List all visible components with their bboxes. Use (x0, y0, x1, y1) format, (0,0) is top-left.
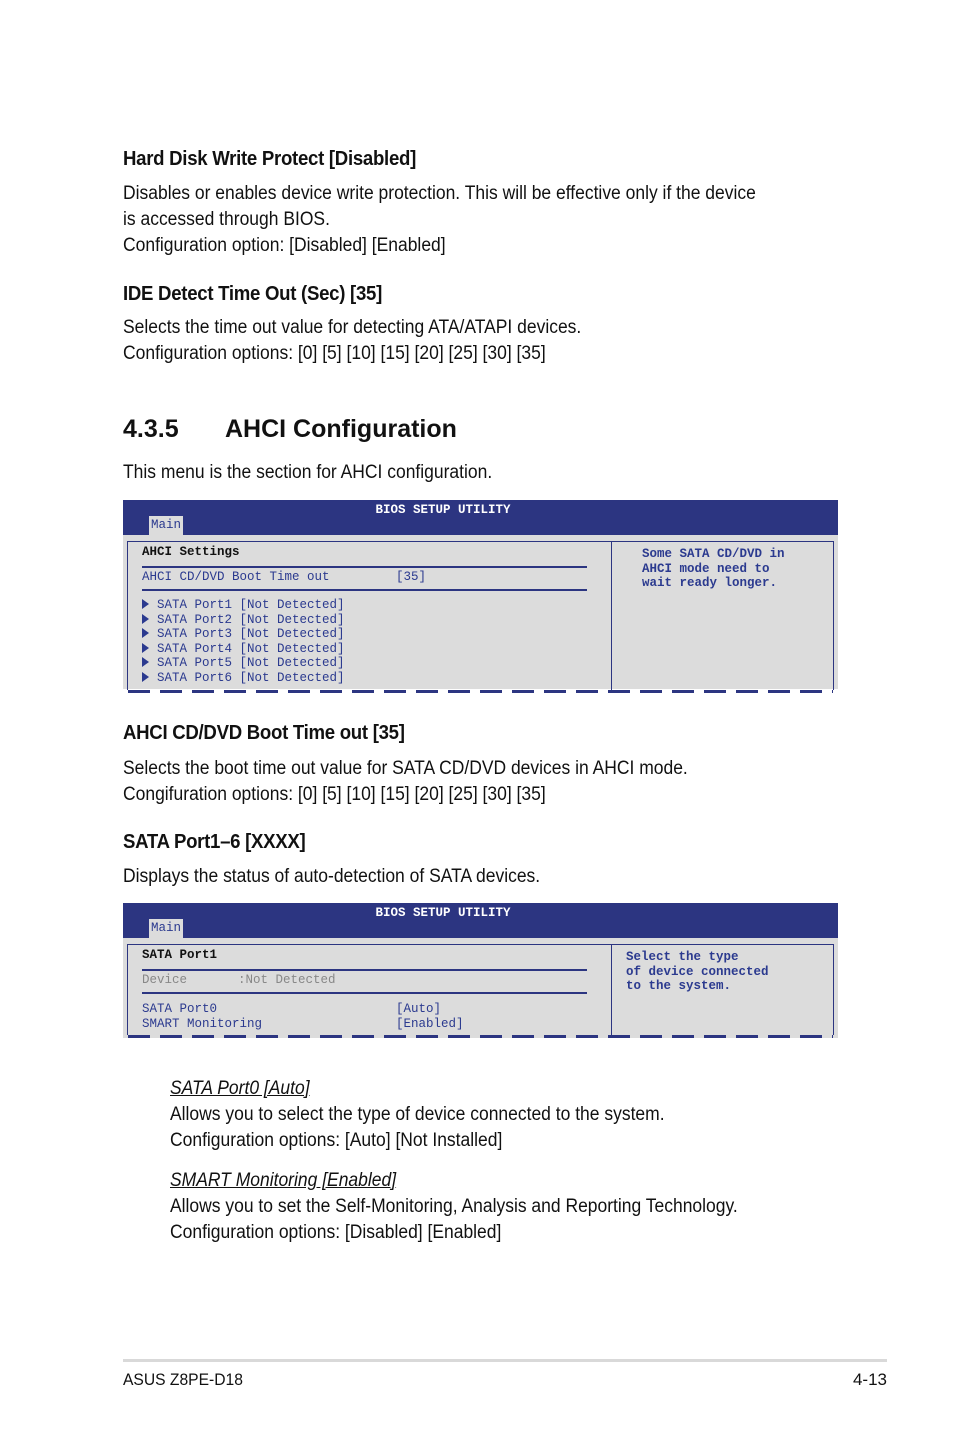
bios-settings-pane: SATA Port1 Device :Not Detected SATA Port… (128, 945, 612, 1035)
config-options-line: Configuration options: [Disabled] [Enabl… (170, 1222, 502, 1243)
hdd-write-protect-description: Disables or enables device write protect… (123, 181, 756, 259)
item-label: SMART Monitoring (142, 1016, 263, 1031)
port-label: SATA Port2 (157, 612, 233, 627)
port-status: [Not Detected] (239, 612, 345, 627)
port-label: SATA Port5 (157, 656, 233, 670)
bios-screen-sata-port1: BIOS SETUP UTILITY Main SATA Port1 Devic… (123, 903, 838, 1038)
item-value: [Auto] (396, 1002, 442, 1016)
sata-port-item[interactable]: SATA Port1 [Not Detected] (142, 598, 345, 613)
item-value: [Enabled] (396, 1016, 464, 1031)
ide-detect-heading: IDE Detect Time Out (Sec) [35] (123, 283, 382, 305)
footer-product: ASUS Z8PE-D18 (123, 1370, 243, 1389)
item-label: SATA Port0 (142, 1002, 218, 1016)
help-line: Some SATA CD/DVD in (642, 547, 785, 561)
config-options-line: Congifuration options: [0] [5] [10] [15]… (123, 784, 546, 805)
bios-title-bar: BIOS SETUP UTILITY Main (123, 500, 838, 535)
smart-monitoring-heading: SMART Monitoring [Enabled] (170, 1170, 397, 1191)
boot-timeout-label: AHCI CD/DVD Boot Time out (142, 570, 330, 584)
bios-title-bar: BIOS SETUP UTILITY Main (123, 903, 838, 938)
port-status: [Not Detected] (239, 656, 345, 670)
smart-monitoring-item[interactable]: SMART Monitoring [Enabled] (142, 1016, 464, 1032)
device-label: Device (142, 973, 188, 987)
device-info: Device :Not Detected (142, 973, 336, 988)
sata-ports-intro: Displays the status of auto-detection of… (123, 866, 541, 887)
submenu-arrow-icon (142, 657, 149, 667)
port-status: [Not Detected] (239, 598, 345, 612)
bios-settings-pane: AHCI Settings AHCI CD/DVD Boot Time out [… (128, 542, 612, 690)
description-line: Selects the boot time out value for SATA… (123, 758, 688, 779)
sata-port0-item[interactable]: SATA Port0 [Auto] (142, 1002, 441, 1017)
settings-heading: SATA Port1 (142, 948, 218, 962)
device-value: :Not Detected (238, 973, 336, 987)
ahci-boot-timeout-description: Selects the boot time out value for SATA… (123, 756, 688, 808)
section-number: 4.3.5 (123, 415, 179, 443)
bios-help-pane: Some SATA CD/DVD in AHCI mode need to wait… (613, 542, 833, 690)
bios-bottom-border (128, 690, 833, 693)
submenu-arrow-icon (142, 671, 149, 682)
description-line: Disables or enables device write protect… (123, 183, 756, 204)
description-line: Allows you to set the Self-Monitoring, A… (170, 1196, 738, 1217)
divider (142, 992, 587, 994)
bios-body: AHCI Settings AHCI CD/DVD Boot Time out [… (127, 541, 834, 693)
hdd-write-protect-heading: Hard Disk Write Protect [Disabled] (123, 148, 417, 170)
tab-main[interactable]: Main (149, 919, 184, 938)
section-name: AHCI Configuration (225, 415, 457, 443)
description-line: Selects the time out value for detecting… (123, 317, 582, 338)
ahci-boot-timeout-heading: AHCI CD/DVD Boot Time out [35] (123, 722, 405, 744)
port-status: [Not Detected] (239, 670, 345, 685)
port-status: [Not Detected] (239, 627, 345, 641)
bios-body: SATA Port1 Device :Not Detected SATA Port… (127, 944, 834, 1038)
bios-title: BIOS SETUP UTILITY (375, 503, 511, 517)
description-line: Allows you to select the type of device … (170, 1104, 665, 1125)
bios-help-pane: Select the type of device connected to the… (613, 945, 833, 1035)
boot-timeout-item[interactable]: AHCI CD/DVD Boot Time out [35] (142, 570, 426, 585)
port-status: [Not Detected] (239, 641, 345, 656)
boot-timeout-value: [35] (396, 570, 427, 584)
page-number: 4-13 (852, 1370, 887, 1389)
bios-title: BIOS SETUP UTILITY (375, 906, 511, 920)
tab-main[interactable]: Main (149, 516, 184, 535)
help-text: Some SATA CD/DVD in AHCI mode need to wait… (642, 547, 785, 591)
sata-ports-heading: SATA Port1–6 [XXXX] (123, 831, 306, 853)
help-line: Select the type (626, 950, 739, 964)
help-line: AHCI mode need to (642, 561, 770, 576)
port-label: SATA Port1 (157, 598, 233, 612)
sata-port0-subsection: SATA Port0 [Auto] Allows you to select t… (170, 1076, 665, 1154)
sata-port-item[interactable]: SATA Port3 [Not Detected] (142, 627, 345, 642)
bios-bottom-border (128, 1035, 833, 1038)
submenu-arrow-icon (142, 599, 149, 609)
config-options-line: Configuration option: [Disabled] [Enable… (123, 235, 446, 256)
sata-port-item[interactable]: SATA Port4 [Not Detected] (142, 642, 345, 657)
help-line: of device connected (626, 964, 769, 979)
help-text: Select the type of device connected to the… (626, 950, 769, 994)
config-options-line: Configuration options: [0] [5] [10] [15]… (123, 343, 546, 364)
help-line: to the system. (626, 979, 732, 993)
smart-monitoring-subsection: SMART Monitoring [Enabled] Allows you to… (170, 1168, 738, 1246)
sata-port-item[interactable]: SATA Port2 [Not Detected] (142, 613, 345, 628)
config-options-line: Configuration options: [Auto] [Not Insta… (170, 1130, 503, 1151)
sata-port-item[interactable]: SATA Port6 [Not Detected] (142, 671, 345, 686)
description-line: is accessed through BIOS. (123, 209, 330, 230)
ide-detect-description: Selects the time out value for detecting… (123, 315, 581, 367)
submenu-arrow-icon (142, 628, 149, 638)
port-label: SATA Port6 (157, 670, 233, 685)
bios-screen-ahci-settings: BIOS SETUP UTILITY Main AHCI Settings AH… (123, 500, 838, 693)
submenu-arrow-icon (142, 613, 149, 624)
divider (142, 969, 587, 971)
divider (142, 566, 587, 568)
help-line: wait ready longer. (642, 576, 778, 590)
port-label: SATA Port3 (157, 627, 233, 641)
divider (142, 589, 587, 591)
sata-port0-heading: SATA Port0 [Auto] (170, 1078, 310, 1099)
ahci-intro: This menu is the section for AHCI config… (123, 462, 493, 483)
sata-port-item[interactable]: SATA Port5 [Not Detected] (142, 656, 345, 671)
port-label: SATA Port4 (157, 641, 233, 656)
settings-heading: AHCI Settings (142, 545, 240, 559)
footer-divider (123, 1359, 887, 1362)
section-title: 4.3.5 AHCI Configuration (123, 415, 457, 444)
submenu-arrow-icon (142, 642, 149, 653)
